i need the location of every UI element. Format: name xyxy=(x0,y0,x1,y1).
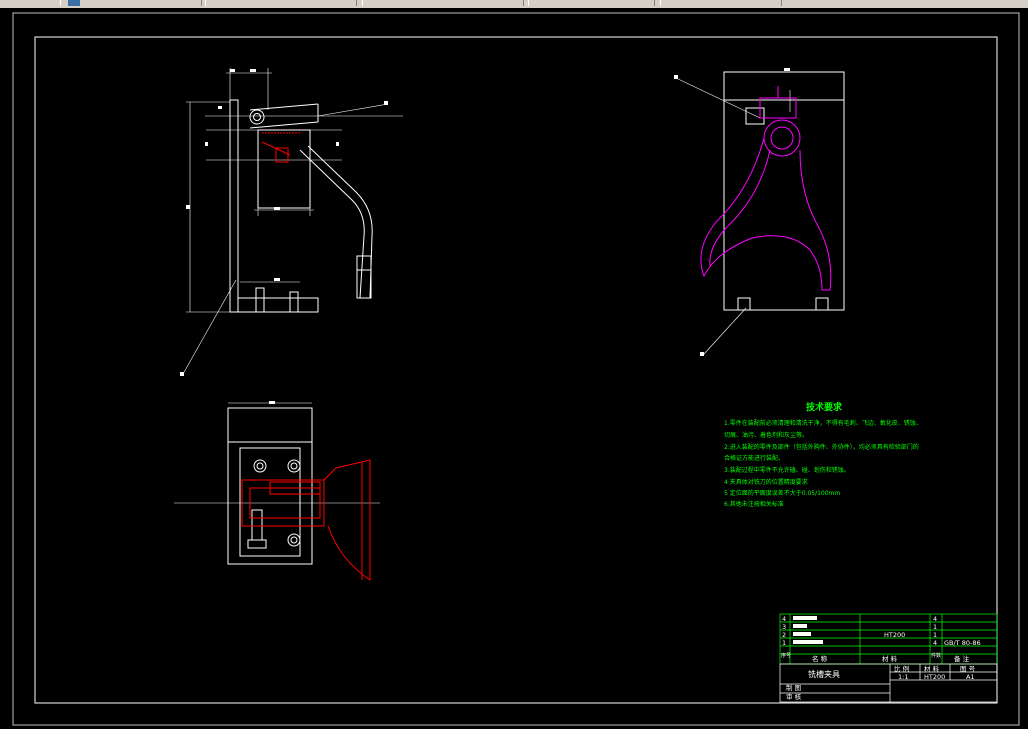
row-qty: 4 xyxy=(933,615,938,623)
tech-requirement-line: 4 夹具体对铣刀的位置精度要求 xyxy=(724,479,808,486)
side-view-dim-ticks xyxy=(674,68,790,356)
top-view-section xyxy=(241,459,371,581)
header-seq: 序号 xyxy=(781,653,792,659)
front-view xyxy=(182,68,403,375)
row-qty: 1 xyxy=(933,623,938,631)
front-view-section xyxy=(261,132,300,163)
toolbar-segment[interactable] xyxy=(60,0,202,6)
checked-by-label: 审 核 xyxy=(786,693,802,701)
side-view-body xyxy=(723,71,845,311)
header-name: 名 称 xyxy=(812,655,828,663)
header-material: 材 料 xyxy=(882,655,898,663)
row-qty: 1 xyxy=(933,631,938,639)
top-view-dim-tick xyxy=(269,401,275,404)
front-view-dim-ticks xyxy=(180,69,388,376)
tech-requirement-line: 1.零件在装配前必须清理和清洗干净，不得有毛刺、飞边、氧化皮、锈蚀、 xyxy=(724,420,922,427)
scale-value: 1:1 xyxy=(898,673,909,681)
window-toolbar-strip xyxy=(0,0,1028,8)
sheet-value: A1 xyxy=(966,673,975,681)
toolbar-segment[interactable] xyxy=(362,0,524,6)
material-value: HT200 xyxy=(924,673,946,681)
outer-sheet-border xyxy=(12,12,1020,726)
toolbar-segment[interactable] xyxy=(660,0,782,6)
row-qty: 4 xyxy=(933,639,938,647)
cad-drawing-canvas[interactable] xyxy=(0,8,1028,729)
toolbar-segment[interactable] xyxy=(205,0,357,6)
drawing-frame xyxy=(34,36,998,704)
fixture-body-column xyxy=(229,99,239,313)
tech-requirement-line: 2.进入装配的零件及部件（包括外购件、外协件），均必须具有检验部门的 xyxy=(724,444,919,451)
app-icon xyxy=(68,0,80,6)
row-note: GB/T 80-86 xyxy=(944,639,981,647)
workpiece-block xyxy=(257,129,311,209)
drawing-name: 铣槽夹具 xyxy=(808,670,840,679)
row-seq: 1 xyxy=(782,639,787,647)
header-qty: 件数 xyxy=(931,653,942,659)
row-seq: 4 xyxy=(782,615,787,623)
top-view xyxy=(174,402,380,565)
drawn-by-label: 制 图 xyxy=(786,684,802,692)
sheet-label: 图 号 xyxy=(960,665,976,673)
tech-requirement-line: 6.其他未注按相关标准 xyxy=(724,501,784,508)
scale-label: 比 例 xyxy=(894,665,910,673)
row-material: HT200 xyxy=(884,631,906,639)
material-label: 材 料 xyxy=(924,665,940,673)
tech-requirement-line: 切屑、油污、着色剂和灰尘等。 xyxy=(724,432,809,439)
tech-requirement-line: 合格证方能进行装配。 xyxy=(724,455,785,462)
tech-requirement-line: 5 定位面的平面度误差不大于0.05/100mm xyxy=(724,490,841,497)
row-seq: 2 xyxy=(782,631,787,639)
shift-fork-part xyxy=(700,86,832,291)
tech-requirements-title: 技术要求 xyxy=(806,403,843,413)
header-note: 备 注 xyxy=(954,655,970,663)
fixture-base-plate xyxy=(237,297,319,313)
tech-requirement-line: 3.装配过程中零件不允许磕、碰、划伤和锈蚀。 xyxy=(724,467,850,474)
toolbar-segment[interactable] xyxy=(528,0,655,6)
row-seq: 3 xyxy=(782,623,787,631)
